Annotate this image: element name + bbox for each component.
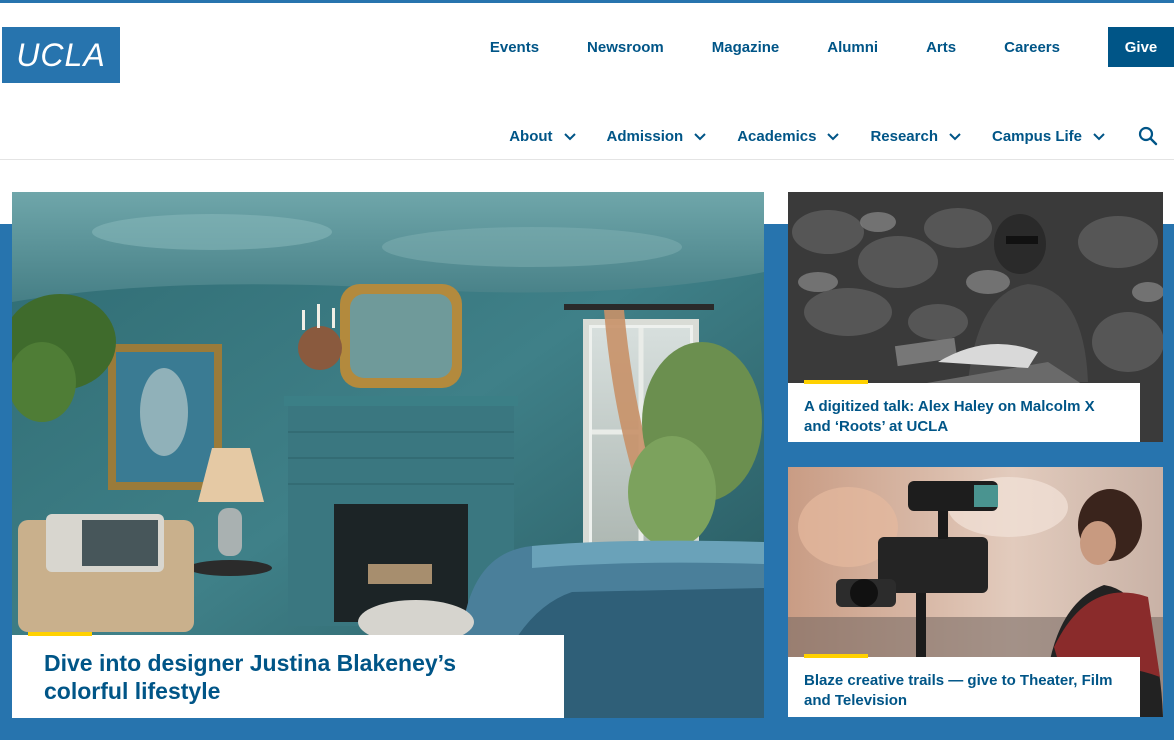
story-card-alex-haley[interactable]: A digitized talk: Alex Haley on Malcolm … — [788, 192, 1163, 442]
nav-item-label: Research — [870, 127, 938, 145]
ucla-logo[interactable]: UCLA — [2, 27, 120, 83]
top-rule — [0, 0, 1174, 3]
nav-item-label: Campus Life — [991, 127, 1082, 145]
nav-item-academics[interactable]: Academics — [737, 128, 840, 145]
hero-feature[interactable]: Dive into designer Justina Blakeney’s co… — [12, 192, 764, 718]
util-link-arts[interactable]: Arts — [926, 39, 956, 56]
gold-accent-bar — [804, 380, 868, 384]
util-link-careers[interactable]: Careers — [1004, 39, 1060, 56]
card-title[interactable]: A digitized talk: Alex Haley on Malcolm … — [804, 397, 1124, 437]
card-caption: A digitized talk: Alex Haley on Malcolm … — [788, 380, 1140, 442]
nav-item-label: Academics — [737, 127, 817, 145]
chevron-down-icon — [827, 133, 840, 141]
nav-item-research[interactable]: Research — [870, 128, 962, 145]
nav-item-label: About — [509, 127, 553, 145]
util-link-magazine[interactable]: Magazine — [712, 39, 780, 56]
search-icon[interactable] — [1138, 126, 1158, 146]
chevron-down-icon — [1093, 133, 1105, 141]
chevron-down-icon — [563, 133, 576, 141]
util-link-newsroom[interactable]: Newsroom — [587, 39, 664, 56]
give-button[interactable]: Give — [1108, 27, 1174, 67]
card-title[interactable]: Blaze creative trails — give to Theater,… — [804, 671, 1124, 711]
nav-item-campus-life[interactable]: Campus Life — [992, 128, 1106, 145]
nav-item-about[interactable]: About — [509, 128, 576, 145]
chevron-down-icon — [949, 133, 961, 141]
utility-nav: Events Newsroom Magazine Alumni Arts Car… — [490, 27, 1174, 67]
nav-item-admission[interactable]: Admission — [607, 128, 708, 145]
nav-divider — [0, 159, 1174, 160]
story-card-theater-film-tv[interactable]: Blaze creative trails — give to Theater,… — [788, 467, 1163, 717]
gold-accent-bar — [28, 632, 92, 636]
logo-text: UCLA — [16, 36, 106, 73]
hero-caption: Dive into designer Justina Blakeney’s co… — [12, 632, 564, 718]
nav-item-label: Admission — [606, 127, 684, 145]
card-caption: Blaze creative trails — give to Theater,… — [788, 654, 1140, 717]
chevron-down-icon — [694, 133, 706, 141]
gold-accent-bar — [804, 654, 868, 658]
util-link-events[interactable]: Events — [490, 39, 539, 56]
main-nav: About Admission Academics Research Campu… — [479, 116, 1158, 156]
hero-title[interactable]: Dive into designer Justina Blakeney’s co… — [44, 649, 532, 705]
util-link-alumni[interactable]: Alumni — [827, 39, 878, 56]
